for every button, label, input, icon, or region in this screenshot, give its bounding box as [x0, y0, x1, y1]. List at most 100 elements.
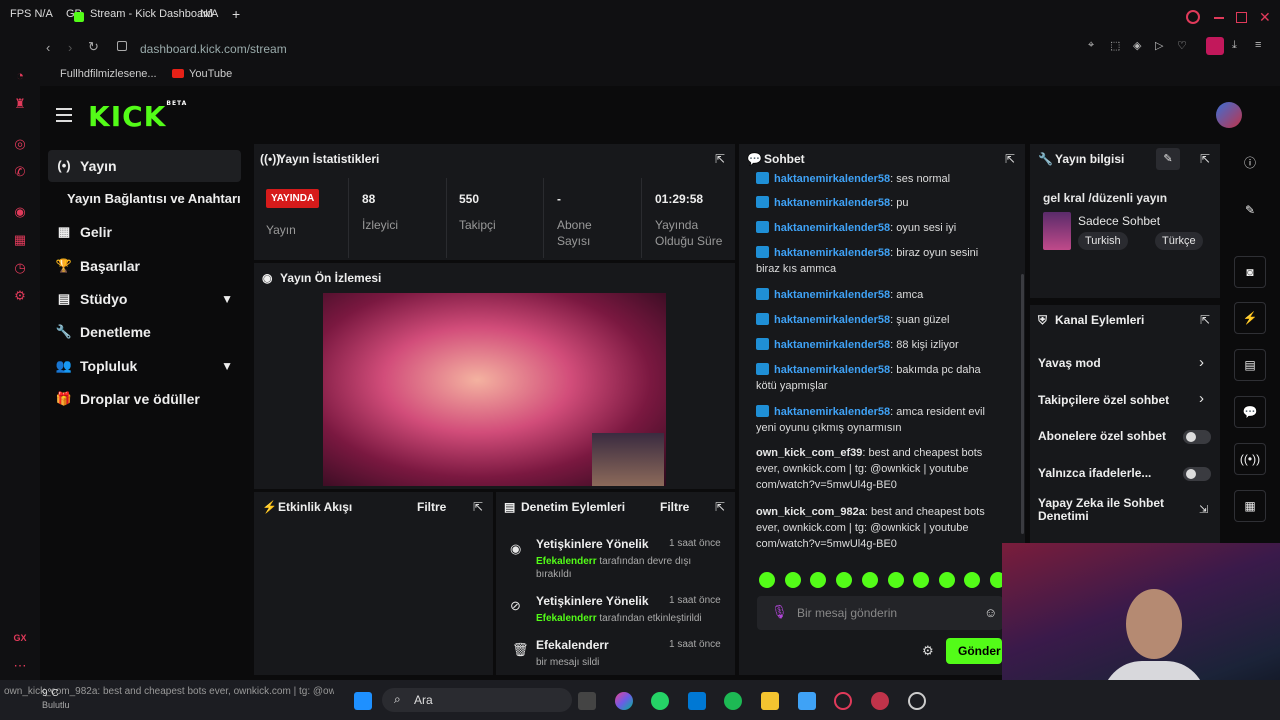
windows-start-icon[interactable] — [354, 692, 372, 710]
hamburger-menu-icon[interactable] — [56, 108, 72, 122]
ai-moderation-action[interactable]: Yapay Zeka ile Sohbet Denetimi — [1038, 497, 1188, 523]
nav-gelir[interactable]: ▦ Gelir — [48, 216, 241, 248]
avatar[interactable] — [1216, 102, 1242, 128]
followers-only-action[interactable]: Takipçilere özel sohbet — [1038, 393, 1169, 407]
chat-username[interactable]: haktanemirkalender58 — [774, 173, 890, 185]
chat-username[interactable]: haktanemirkalender58 — [774, 289, 890, 301]
copilot-icon[interactable] — [615, 692, 633, 710]
activity-filter-button[interactable]: Filtre — [417, 500, 446, 514]
nav-topluluk[interactable]: 👥 Topluluk ▼ — [48, 350, 241, 382]
category-name[interactable]: Sadece Sohbet — [1078, 214, 1160, 228]
file-explorer-icon[interactable] — [761, 692, 779, 710]
emote-icon[interactable] — [964, 572, 980, 588]
nav-yayin[interactable]: (•) Yayın — [48, 150, 241, 182]
speed-icon[interactable]: ◔ — [12, 68, 28, 84]
app-icon[interactable] — [798, 692, 816, 710]
popout-icon[interactable]: ⇱ — [1200, 152, 1210, 166]
chat-input-box[interactable]: 🎙 Bir mesaj gönderin ☺ — [757, 596, 1003, 630]
settings-icon[interactable] — [908, 692, 926, 710]
broadcast-icon[interactable]: ((•)) — [1234, 443, 1266, 475]
weather-temp[interactable]: 9°C — [42, 688, 59, 699]
settings-icon[interactable]: ⚙ — [12, 288, 28, 304]
spotify-icon[interactable] — [724, 692, 742, 710]
menu-icon[interactable]: ≡ — [1255, 39, 1261, 59]
play-icon[interactable]: ▷ — [1155, 39, 1163, 59]
popout-icon[interactable]: ⇱ — [1005, 152, 1015, 166]
info-icon[interactable]: ⓘ — [1234, 148, 1266, 180]
gx-icon[interactable]: GX — [12, 630, 28, 646]
task-view-icon[interactable] — [578, 692, 596, 710]
taskbar-search[interactable]: ⌕ Ara — [382, 688, 572, 712]
opera-gx-icon[interactable] — [834, 692, 852, 710]
microphone-icon[interactable]: 🎙 — [771, 604, 788, 620]
whatsapp-icon[interactable]: ✆ — [12, 164, 28, 180]
chat-username[interactable]: own_kick_com_ef39 — [756, 447, 862, 459]
shield-icon[interactable]: ◈ — [1133, 39, 1141, 59]
slow-mode-action[interactable]: Yavaş mod — [1038, 356, 1101, 370]
tag[interactable]: Türkçe — [1155, 232, 1203, 250]
minimize-icon[interactable] — [1214, 17, 1224, 19]
chat-username[interactable]: haktanemirkalender58 — [774, 406, 890, 418]
chat-username[interactable]: own_kick_com_982a — [756, 506, 865, 518]
subs-only-toggle[interactable] — [1183, 430, 1211, 444]
emote-icon[interactable] — [862, 572, 878, 588]
bookmark-youtube[interactable]: YouTube — [189, 68, 232, 80]
download-icon[interactable]: ⤓ — [1232, 39, 1237, 59]
nav-stream-key[interactable]: Yayın Bağlantısı ve Anahtarı — [48, 183, 241, 215]
nav-droplar[interactable]: 🎁 Droplar ve ödüller — [48, 383, 241, 415]
edit-icon[interactable]: ✎ — [1234, 195, 1266, 227]
send-button[interactable]: Gönder — [946, 638, 1002, 664]
history-icon[interactable]: ◷ — [12, 260, 28, 276]
popout-icon[interactable]: ⇱ — [715, 500, 725, 514]
chat-username[interactable]: haktanemirkalender58 — [774, 339, 890, 351]
nav-denetleme[interactable]: 🔧 Denetleme — [48, 316, 241, 348]
chat-username[interactable]: haktanemirkalender58 — [774, 222, 890, 234]
capture-icon[interactable]: ◙ — [1234, 256, 1266, 288]
emote-icon[interactable] — [939, 572, 955, 588]
chat-username[interactable]: haktanemirkalender58 — [774, 247, 890, 259]
apps-icon[interactable]: ▦ — [12, 232, 28, 248]
nav-basarilar[interactable]: 🏆 Başarılar — [48, 250, 241, 282]
chat-settings-icon[interactable]: ⚙ — [922, 643, 934, 659]
gx-control-icon[interactable]: ♜ — [12, 96, 28, 112]
reload-icon[interactable]: ↻ — [88, 39, 99, 59]
chat-scrollbar[interactable] — [1021, 274, 1024, 534]
bolt-icon[interactable]: ⚡ — [1234, 302, 1266, 334]
chevron-right-icon[interactable]: › — [1199, 354, 1204, 371]
chat-username[interactable]: haktanemirkalender58 — [774, 197, 890, 209]
chevron-down-icon[interactable]: ▼ — [221, 350, 233, 382]
emoji-icon[interactable]: ☺ — [984, 605, 997, 620]
maximize-icon[interactable] — [1236, 12, 1247, 23]
twitch-icon[interactable]: ◎ — [12, 136, 28, 152]
tab-na[interactable]: N/A — [200, 8, 218, 28]
tag[interactable]: Turkish — [1078, 232, 1128, 250]
layout-icon[interactable]: ▦ — [1234, 490, 1266, 522]
app-icon[interactable] — [871, 692, 889, 710]
external-link-icon[interactable]: ⇲ — [1199, 503, 1208, 516]
heart-icon[interactable]: ♡ — [1177, 39, 1187, 59]
store-icon[interactable] — [688, 692, 706, 710]
chat-username[interactable]: haktanemirkalender58 — [774, 314, 890, 326]
emote-icon[interactable] — [888, 572, 904, 588]
close-icon[interactable]: ✕ — [1259, 9, 1271, 29]
emote-icon[interactable] — [913, 572, 929, 588]
popout-icon[interactable]: ⇱ — [715, 152, 725, 166]
chat-username[interactable]: haktanemirkalender58 — [774, 364, 890, 376]
bookmark-fullhd[interactable]: Fullhdfilmizlesene... — [60, 68, 157, 80]
moderation-filter-button[interactable]: Filtre — [660, 500, 689, 514]
nav-studyo[interactable]: ▤ Stüdyo ▼ — [48, 283, 241, 315]
tab-stream-dashboard[interactable]: Stream - Kick Dashboard — [90, 8, 213, 28]
popout-icon[interactable]: ⇱ — [473, 500, 483, 514]
opera-icon[interactable]: ◉ — [12, 204, 28, 220]
url-text[interactable]: dashboard.kick.com/stream — [140, 42, 287, 56]
chat-icon[interactable]: 💬 — [1234, 396, 1266, 428]
new-tab-button[interactable]: + — [232, 6, 240, 26]
emote-icon[interactable] — [836, 572, 852, 588]
chevron-right-icon[interactable]: › — [1199, 390, 1204, 407]
opera-profile-icon[interactable] — [1206, 37, 1224, 55]
emote-icon[interactable] — [785, 572, 801, 588]
emote-icon[interactable] — [759, 572, 775, 588]
popout-icon[interactable]: ⇱ — [1200, 313, 1210, 327]
emote-only-toggle[interactable] — [1183, 467, 1211, 481]
snapshot-icon[interactable]: ⬚ — [1110, 39, 1120, 59]
